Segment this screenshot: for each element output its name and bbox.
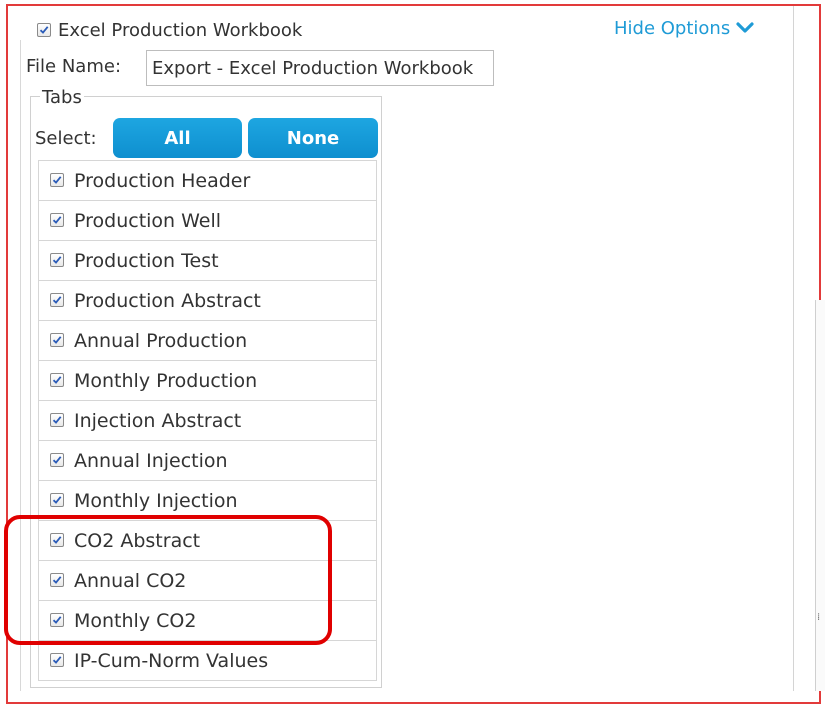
resize-grip-icon[interactable]: ⁞ [817,612,820,623]
tab-label: Production Header [74,170,251,192]
tab-checkbox[interactable] [50,653,64,667]
tab-checkbox[interactable] [50,253,64,267]
tab-label: IP-Cum-Norm Values [74,650,269,672]
tab-row-monthly-production[interactable]: Monthly Production [39,361,376,401]
tab-checkbox[interactable] [50,333,64,347]
tab-label: Monthly Production [74,370,258,392]
tab-label: Monthly Injection [74,490,238,512]
chevron-down-icon [736,21,754,33]
tab-label: Injection Abstract [74,410,242,432]
hide-options-label: Hide Options [614,18,731,39]
tab-checkbox[interactable] [50,373,64,387]
checkmark-icon [52,216,62,224]
tab-row-production-test[interactable]: Production Test [39,241,376,281]
tab-row-monthly-co2[interactable]: Monthly CO2 [39,601,376,641]
tab-checkbox[interactable] [50,613,64,627]
tab-checkbox[interactable] [50,173,64,187]
tab-checkbox[interactable] [50,413,64,427]
right-pane [815,300,825,691]
checkmark-icon [52,416,62,424]
tab-row-annual-injection[interactable]: Annual Injection [39,441,376,481]
tab-label: Monthly CO2 [74,610,197,632]
file-name-label: File Name: [26,56,122,77]
tab-row-annual-production[interactable]: Annual Production [39,321,376,361]
tab-checkbox[interactable] [50,293,64,307]
select-label: Select: [35,128,97,149]
checkmark-icon [52,256,62,264]
tab-checkbox[interactable] [50,213,64,227]
checkmark-icon [52,616,62,624]
checkmark-icon [52,296,62,304]
tabs-legend: Tabs [40,86,84,110]
panel-divider [793,6,794,691]
tab-row-ip-cum-norm-values[interactable]: IP-Cum-Norm Values [39,641,376,681]
checkmark-icon [39,26,49,34]
tab-row-production-header[interactable]: Production Header [39,161,376,201]
panel-left-edge [20,40,21,691]
tab-label: Production Well [74,210,222,232]
tab-label: Annual Injection [74,450,228,472]
tab-list: Production Header Production Well Produc… [38,160,377,681]
hide-options-link[interactable]: Hide Options [614,17,754,41]
checkmark-icon [52,496,62,504]
checkmark-icon [52,656,62,664]
tab-checkbox[interactable] [50,533,64,547]
tab-checkbox[interactable] [50,573,64,587]
select-none-button[interactable]: None [248,118,378,158]
checkmark-icon [52,536,62,544]
tab-checkbox[interactable] [50,453,64,467]
checkmark-icon [52,376,62,384]
tab-row-monthly-injection[interactable]: Monthly Injection [39,481,376,521]
checkmark-icon [52,176,62,184]
tab-label: Annual CO2 [74,570,187,592]
export-workbook-checkbox[interactable] [37,23,51,37]
file-name-input[interactable] [146,50,494,86]
tab-checkbox[interactable] [50,493,64,507]
checkmark-icon [52,336,62,344]
tab-label: Production Abstract [74,290,261,312]
tab-row-co2-abstract[interactable]: CO2 Abstract [39,521,376,561]
export-workbook-label: Excel Production Workbook [58,20,303,41]
tab-row-injection-abstract[interactable]: Injection Abstract [39,401,376,441]
tab-row-annual-co2[interactable]: Annual CO2 [39,561,376,601]
tab-label: Production Test [74,250,219,272]
tab-row-production-well[interactable]: Production Well [39,201,376,241]
tab-label: Annual Production [74,330,248,352]
tab-label: CO2 Abstract [74,530,201,552]
checkmark-icon [52,576,62,584]
select-all-button[interactable]: All [113,118,242,158]
tab-row-production-abstract[interactable]: Production Abstract [39,281,376,321]
checkmark-icon [52,456,62,464]
